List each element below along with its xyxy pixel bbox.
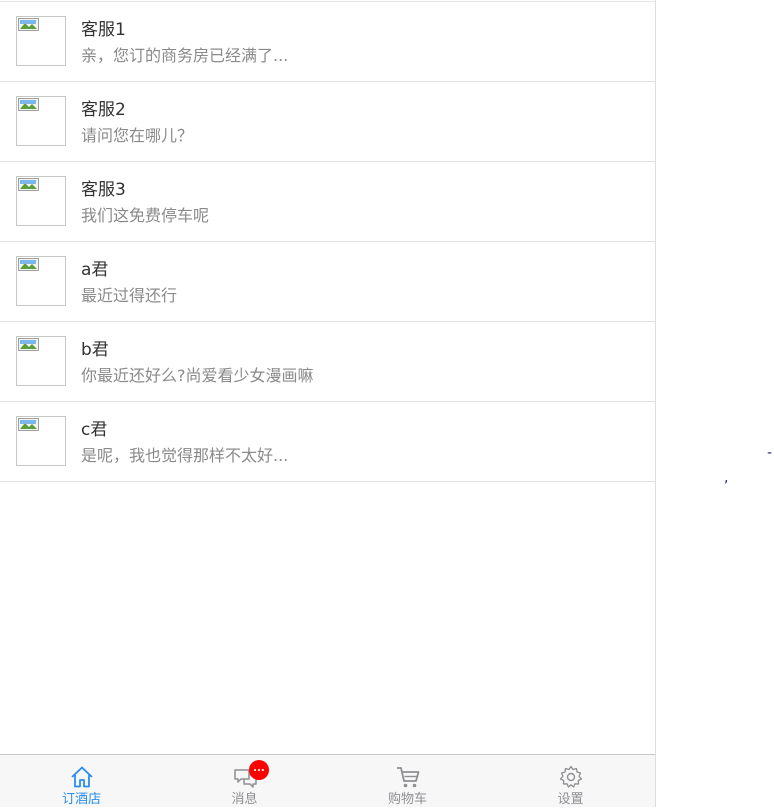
chat-last-message: 我们这免费停车呢	[81, 206, 210, 225]
avatar-broken-image-icon	[16, 416, 66, 466]
tab-messages[interactable]: 消息	[163, 755, 326, 808]
chat-contact-name: 客服2	[81, 100, 126, 120]
cart-icon	[396, 767, 419, 788]
stray-dash-mark: -	[767, 445, 773, 461]
chat-list-item[interactable]: c君 是呢，我也觉得那样不太好...	[0, 402, 655, 482]
chat-list: 客服1 亲，您订的商务房已经满了... 客服2 请问您在哪儿？ 客服3 我们这免…	[0, 1, 655, 482]
tab-label: 购物车	[387, 792, 427, 807]
chat-last-message: 亲，您订的商务房已经满了...	[81, 46, 289, 65]
chat-last-message: 你最近还好么?尚爱看少女漫画嘛	[81, 366, 314, 385]
avatar-broken-image-icon	[16, 256, 66, 306]
chat-contact-name: a君	[81, 260, 109, 280]
chat-contact-name: 客服1	[81, 20, 126, 40]
chat-list-item[interactable]: 客服1 亲，您订的商务房已经满了...	[0, 2, 655, 82]
chat-list-item[interactable]: 客服2 请问您在哪儿？	[0, 82, 655, 162]
chat-list-item[interactable]: a君 最近过得还行	[0, 242, 655, 322]
chat-contact-name: c君	[81, 420, 108, 440]
gear-icon	[559, 765, 582, 788]
message-count-badge: ...	[249, 760, 269, 780]
app-container: 客服1 亲，您订的商务房已经满了... 客服2 请问您在哪儿？ 客服3 我们这免…	[0, 0, 656, 807]
tab-book-hotel[interactable]: 订酒店	[0, 755, 163, 808]
tab-label: 订酒店	[61, 792, 101, 807]
home-icon	[70, 766, 93, 788]
chat-list-item[interactable]: 客服3 我们这免费停车呢	[0, 162, 655, 242]
chat-list-item[interactable]: b君 你最近还好么?尚爱看少女漫画嘛	[0, 322, 655, 402]
tab-label: 设置	[557, 792, 584, 807]
chat-last-message: 最近过得还行	[81, 286, 178, 305]
avatar-broken-image-icon	[16, 96, 66, 146]
tab-shopping-cart[interactable]: 购物车	[326, 755, 489, 808]
avatar-broken-image-icon	[16, 336, 66, 386]
chat-last-message: 是呢，我也觉得那样不太好...	[81, 446, 289, 465]
tab-settings[interactable]: 设置	[489, 755, 652, 808]
stray-comma-mark: ,	[724, 470, 729, 486]
avatar-broken-image-icon	[16, 176, 66, 226]
tab-label: 消息	[231, 792, 258, 807]
chat-contact-name: 客服3	[81, 180, 126, 200]
avatar-broken-image-icon	[16, 16, 66, 66]
bottom-tab-bar: 订酒店 消息 购物车 设置 ...	[0, 754, 655, 807]
chat-contact-name: b君	[81, 340, 109, 360]
chat-last-message: 请问您在哪儿？	[81, 126, 194, 145]
